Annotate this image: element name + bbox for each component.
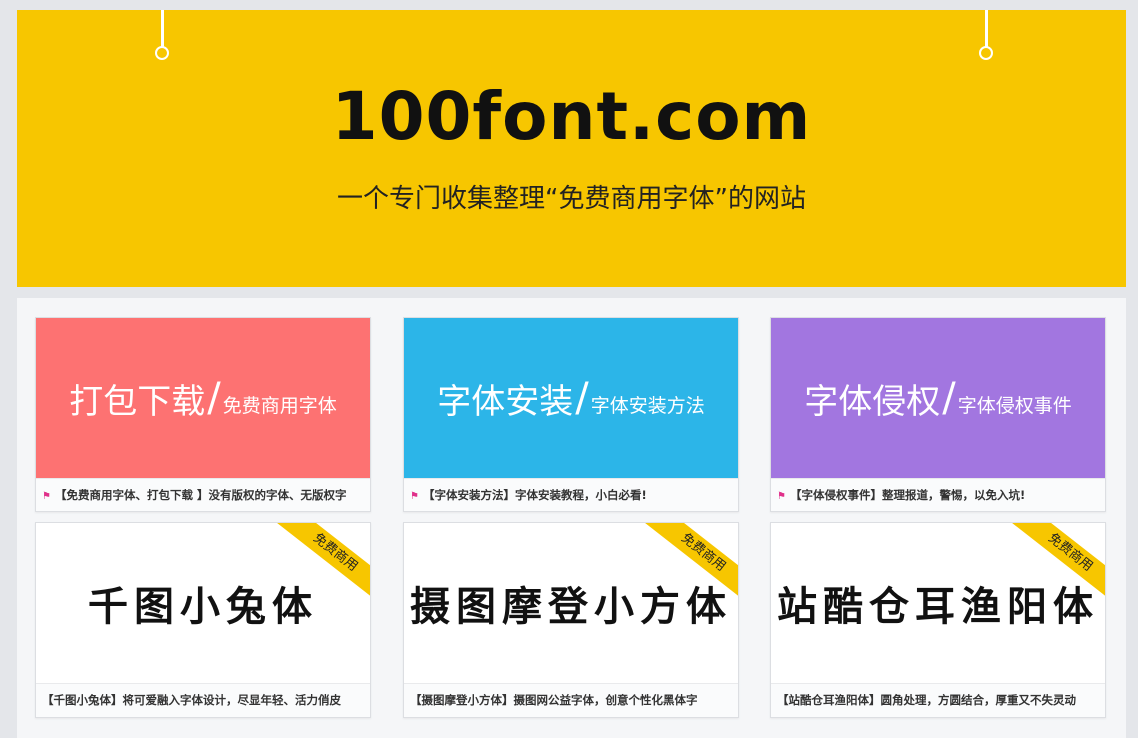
card-caption[interactable]: ⚑ 【字体安装方法】字体安装教程，小白必看! [404,478,738,511]
card-download-pack[interactable]: 打包下载 / 免费商用字体 ⚑ 【免费商用字体、打包下载 】没有版权的字体、无版权… [35,317,371,512]
font-caption[interactable]: 【站酷仓耳渔阳体】圆角处理，方圆结合，厚重又不失灵动 [771,683,1105,717]
card-separator: / [942,375,956,421]
card-font-infringement[interactable]: 字体侵权 / 字体侵权事件 ⚑ 【字体侵权事件】整理报道，警惕，以免入坑! [770,317,1106,512]
card-banner: 字体安装 / 字体安装方法 [404,318,738,478]
card-caption-text: 【字体安装方法】字体安装教程，小白必看! [422,488,647,502]
font-caption[interactable]: 【摄图摩登小方体】摄图网公益字体，创意个性化黑体字 [404,683,738,717]
flag-icon: ⚑ [410,491,419,502]
flag-icon: ⚑ [42,491,51,502]
font-caption[interactable]: 【千图小兔体】将可爱融入字体设计，尽显年轻、活力俏皮 [36,683,370,717]
card-font-install[interactable]: 字体安装 / 字体安装方法 ⚑ 【字体安装方法】字体安装教程，小白必看! [403,317,739,512]
card-separator: / [207,375,221,421]
card-title: 字体侵权 [804,381,941,422]
card-grid: 打包下载 / 免费商用字体 ⚑ 【免费商用字体、打包下载 】没有版权的字体、无版权… [17,298,1126,738]
font-card-zcool-yuyang[interactable]: 站酷仓耳渔阳体 免费商用 【站酷仓耳渔阳体】圆角处理，方圆结合，厚重又不失灵动 [770,522,1106,718]
card-caption[interactable]: ⚑ 【字体侵权事件】整理报道，警惕，以免入坑! [771,478,1105,511]
site-title[interactable]: 100font.com [17,78,1126,155]
card-banner: 打包下载 / 免费商用字体 [36,318,370,478]
card-banner: 字体侵权 / 字体侵权事件 [771,318,1105,478]
card-caption-text: 【免费商用字体、打包下载 】没有版权的字体、无版权字 [54,488,347,502]
card-separator: / [575,375,589,421]
card-title: 字体安装 [437,381,574,422]
card-subtitle: 字体侵权事件 [957,394,1072,417]
card-caption[interactable]: ⚑ 【免费商用字体、打包下载 】没有版权的字体、无版权字 [36,478,370,511]
site-subtitle: 一个专门收集整理“免费商用字体”的网站 [337,184,806,214]
card-title: 打包下载 [69,381,206,422]
font-card-shetu-modeng[interactable]: 摄图摩登小方体 免费商用 【摄图摩登小方体】摄图网公益字体，创意个性化黑体字 [403,522,739,718]
hero-banner: 100font.com 一个专门收集整理“免费商用字体”的网站 [17,10,1126,287]
card-subtitle: 字体安装方法 [590,394,705,417]
card-subtitle: 免费商用字体 [222,394,337,417]
font-card-qiantu-xiaotu[interactable]: 千图小兔体 免费商用 【千图小兔体】将可爱融入字体设计，尽显年轻、活力俏皮 [35,522,371,718]
hanger-right [979,10,993,62]
hanger-left [155,10,169,62]
card-caption-text: 【字体侵权事件】整理报道，警惕，以免入坑! [789,488,1026,502]
flag-icon: ⚑ [777,491,786,502]
